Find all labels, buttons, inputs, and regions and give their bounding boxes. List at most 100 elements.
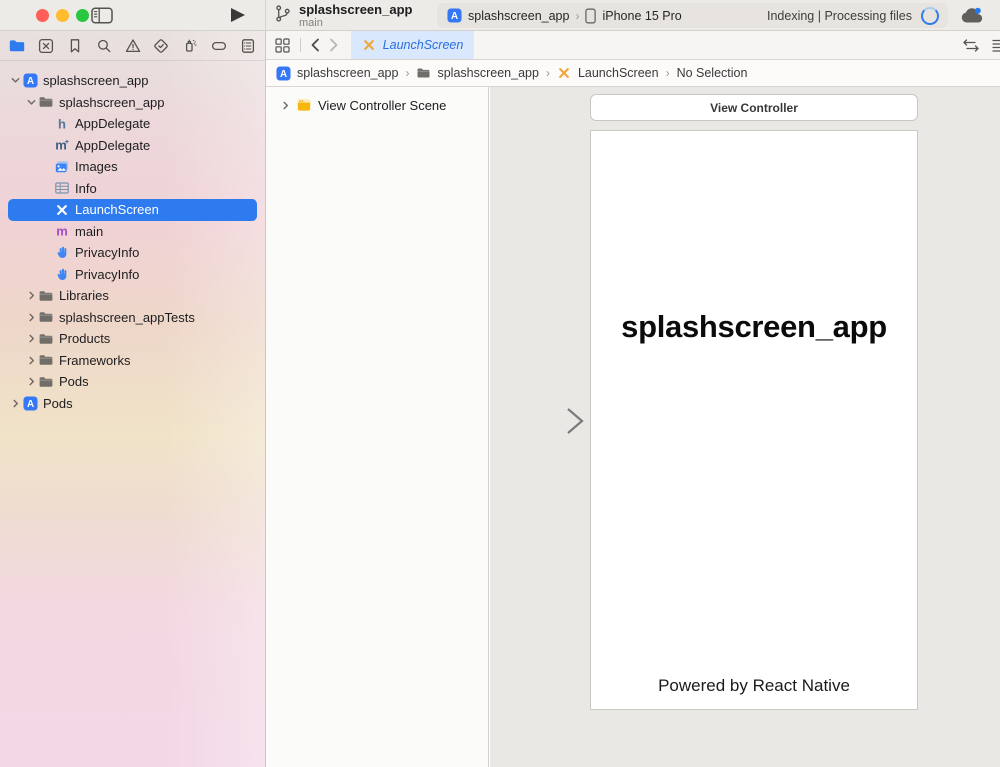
editor-content: View Controller Scene View Controller bbox=[266, 87, 1000, 767]
git-branch-icon bbox=[274, 4, 291, 28]
tree-item-label: splashscreen_appTests bbox=[59, 310, 195, 325]
folder-icon bbox=[38, 309, 54, 325]
folder-icon bbox=[416, 66, 431, 81]
launch-screen-footer-label[interactable]: Powered by React Native bbox=[591, 674, 917, 698]
view-controller-scene-row[interactable]: View Controller Scene bbox=[266, 87, 488, 113]
tree-item-label: splashscreen_app bbox=[43, 73, 149, 88]
breadcrumb-segment[interactable]: splashscreen_app bbox=[297, 66, 398, 80]
svg-text:A: A bbox=[280, 68, 287, 79]
toolbar: splashscreen_app main A splashscreen_app… bbox=[0, 0, 1000, 31]
tree-item-label: AppDelegate bbox=[75, 138, 150, 153]
tree-row[interactable]: Pods bbox=[0, 371, 265, 393]
activity-status-pill[interactable]: A splashscreen_app › iPhone 15 Pro Index… bbox=[437, 3, 948, 28]
close-window-button[interactable] bbox=[36, 9, 49, 22]
svg-text:A: A bbox=[451, 11, 458, 22]
tree-item-label: Products bbox=[59, 331, 110, 346]
tree-item-label: LaunchScreen bbox=[75, 202, 159, 217]
tree-row[interactable]: h AppDelegate bbox=[0, 113, 265, 135]
file-m-icon: m bbox=[54, 223, 70, 239]
chevron-right-icon[interactable] bbox=[24, 334, 38, 343]
tree-row[interactable]: Info bbox=[0, 178, 265, 200]
code-review-icon[interactable] bbox=[962, 38, 980, 53]
project-navigator-tab[interactable] bbox=[7, 36, 27, 56]
folder-icon bbox=[38, 374, 54, 390]
launch-screen-title-label[interactable]: splashscreen_app bbox=[591, 305, 917, 349]
tree-item-label: Pods bbox=[59, 374, 89, 389]
file-h-icon: h bbox=[54, 116, 70, 132]
tab-launchscreen[interactable]: LaunchScreen bbox=[351, 31, 474, 59]
xcode-window: splashscreen_app main A splashscreen_app… bbox=[0, 0, 1000, 767]
tree-row[interactable]: Products bbox=[0, 328, 265, 350]
folder-icon bbox=[38, 94, 54, 110]
svg-text:h: h bbox=[58, 116, 66, 131]
tree-item-label: PrivacyInfo bbox=[75, 245, 139, 260]
hand-icon bbox=[54, 245, 70, 261]
cloud-status-icon[interactable] bbox=[959, 6, 985, 25]
tree-row[interactable]: m+ AppDelegate bbox=[0, 135, 265, 157]
chevron-down-icon[interactable] bbox=[24, 98, 38, 107]
tree-row[interactable]: Images bbox=[0, 156, 265, 178]
svg-text:A: A bbox=[26, 76, 33, 87]
chevron-right-icon[interactable] bbox=[24, 291, 38, 300]
find-navigator-tab[interactable] bbox=[94, 36, 114, 56]
destination-picker[interactable]: A splashscreen_app › iPhone 15 Pro bbox=[447, 8, 682, 24]
tree-row[interactable]: Asplashscreen_app bbox=[0, 70, 265, 92]
breadcrumb-separator: › bbox=[405, 66, 409, 80]
chevron-down-icon[interactable] bbox=[8, 76, 22, 85]
assets-icon bbox=[54, 159, 70, 175]
navigator-sidebar: Asplashscreen_appsplashscreen_apphAppDel… bbox=[0, 31, 266, 767]
tree-row[interactable]: mmain bbox=[0, 221, 265, 243]
breakpoints-navigator-tab[interactable] bbox=[209, 36, 229, 56]
debug-navigator-tab[interactable] bbox=[180, 36, 200, 56]
zoom-window-button[interactable] bbox=[76, 9, 89, 22]
storyboard-icon bbox=[362, 38, 377, 53]
breadcrumb-segment[interactable]: No Selection bbox=[677, 66, 748, 80]
tree-row[interactable]: splashscreen_app bbox=[0, 92, 265, 114]
tree-item-label: AppDelegate bbox=[75, 116, 150, 131]
tree-row[interactable]: PrivacyInfo bbox=[0, 264, 265, 286]
activity-status-text: Indexing | Processing files bbox=[767, 9, 912, 23]
bookmarks-navigator-tab[interactable] bbox=[65, 36, 85, 56]
view-controller-header[interactable]: View Controller bbox=[590, 94, 918, 121]
initial-view-controller-arrow[interactable] bbox=[504, 405, 588, 437]
issues-navigator-tab[interactable] bbox=[123, 36, 143, 56]
storyboard-icon bbox=[557, 66, 572, 81]
tree-row[interactable]: Frameworks bbox=[0, 350, 265, 372]
tab-overview-icon[interactable] bbox=[274, 37, 291, 54]
chevron-right-icon[interactable] bbox=[24, 356, 38, 365]
breadcrumb-segment[interactable]: splashscreen_app bbox=[437, 66, 538, 80]
forward-navigation-icon[interactable] bbox=[329, 38, 339, 52]
tree-row[interactable]: Libraries bbox=[0, 285, 265, 307]
tree-item-label: Images bbox=[75, 159, 118, 174]
tree-row[interactable]: LaunchScreen bbox=[0, 199, 265, 221]
tree-row[interactable]: PrivacyInfo bbox=[0, 242, 265, 264]
editor-tab-bar: LaunchScreen bbox=[266, 31, 1000, 60]
chevron-right-icon[interactable] bbox=[8, 399, 22, 408]
launch-screen-view[interactable]: splashscreen_app Powered by React Native bbox=[590, 130, 918, 710]
editor-area: LaunchScreen Asplashscreen_app › splashscr… bbox=[266, 31, 1000, 767]
interface-builder-canvas[interactable]: View Controller splashscreen_app bbox=[490, 87, 1000, 767]
chevron-right-icon[interactable] bbox=[24, 377, 38, 386]
reports-navigator-tab[interactable] bbox=[238, 36, 258, 56]
document-outline: View Controller Scene bbox=[266, 87, 489, 767]
file-mm-icon: m+ bbox=[54, 137, 70, 153]
breadcrumb-segment[interactable]: LaunchScreen bbox=[578, 66, 659, 80]
app-project-icon: A bbox=[22, 395, 38, 411]
run-button[interactable] bbox=[231, 8, 245, 22]
minimize-window-button[interactable] bbox=[56, 9, 69, 22]
tests-navigator-tab[interactable] bbox=[151, 36, 171, 56]
back-navigation-icon[interactable] bbox=[310, 38, 320, 52]
tree-item-label: Pods bbox=[43, 396, 73, 411]
destination-project-label: splashscreen_app bbox=[468, 9, 569, 23]
changes-navigator-tab[interactable] bbox=[36, 36, 56, 56]
toggle-navigator-icon[interactable] bbox=[91, 7, 113, 24]
tree-item-label: Libraries bbox=[59, 288, 109, 303]
adjust-editor-icon[interactable] bbox=[991, 37, 1000, 53]
tree-item-label: PrivacyInfo bbox=[75, 267, 139, 282]
breadcrumb-separator: › bbox=[666, 66, 670, 80]
scheme-picker[interactable]: splashscreen_app main bbox=[274, 3, 412, 29]
tree-row[interactable]: A Pods bbox=[0, 393, 265, 415]
tree-row[interactable]: splashscreen_appTests bbox=[0, 307, 265, 329]
chevron-right-icon[interactable] bbox=[24, 313, 38, 322]
chevron-right-icon[interactable] bbox=[281, 101, 290, 110]
